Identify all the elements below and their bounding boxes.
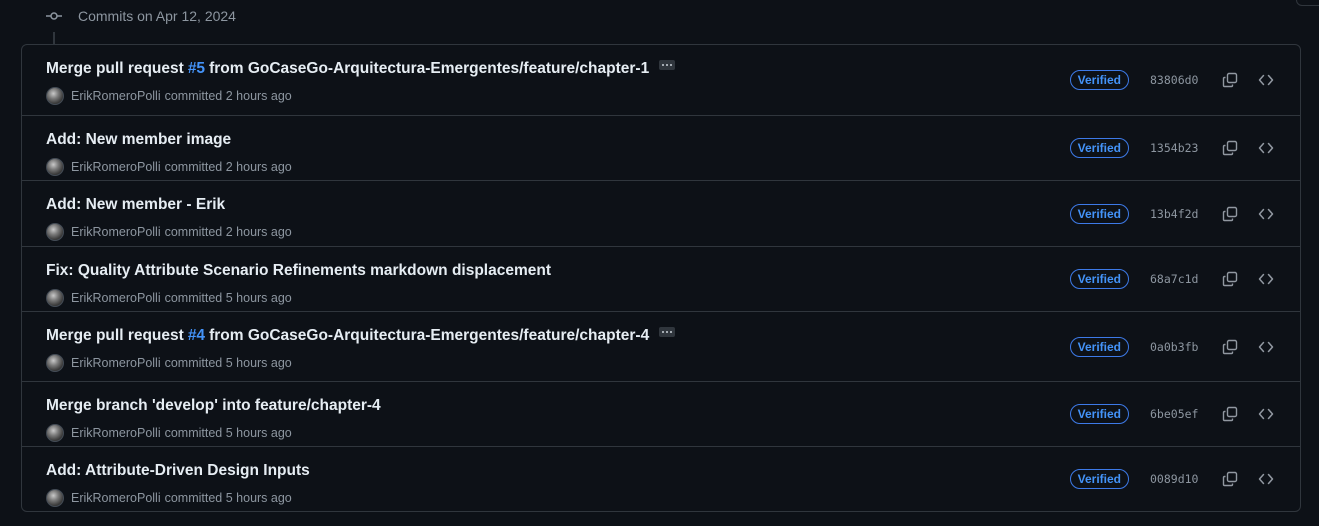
- commit-meta: ErikRomeroPolli committed 5 hours ago: [46, 289, 292, 307]
- commit-sha-link[interactable]: 0a0b3fb: [1150, 340, 1198, 354]
- commit-title[interactable]: Merge pull request #4 from GoCaseGo-Arqui…: [46, 327, 676, 345]
- commit-message[interactable]: Add: New member image: [46, 131, 231, 149]
- avatar[interactable]: [46, 289, 64, 307]
- author-link[interactable]: ErikRomeroPolli: [71, 225, 161, 239]
- pull-request-link[interactable]: #4: [188, 327, 205, 345]
- avatar[interactable]: [46, 223, 64, 241]
- verified-badge[interactable]: Verified: [1069, 469, 1129, 489]
- commit-sha-link[interactable]: 1354b23: [1150, 141, 1198, 155]
- commit-sha-link[interactable]: 83806d0: [1150, 73, 1198, 87]
- avatar[interactable]: [46, 424, 64, 442]
- commit-message[interactable]: Fix: Quality Attribute Scenario Refineme…: [46, 262, 551, 280]
- verified-badge[interactable]: Verified: [1069, 336, 1129, 357]
- commit-message[interactable]: Merge branch 'develop' into feature/chap…: [46, 397, 381, 415]
- avatar[interactable]: [46, 489, 64, 507]
- commit-meta: ErikRomeroPolli committed 2 hours ago: [46, 87, 292, 105]
- commit-time: committed 2 hours ago: [164, 89, 292, 103]
- author-link[interactable]: ErikRomeroPolli: [71, 89, 161, 103]
- commit-sha-link[interactable]: 68a7c1d: [1150, 272, 1198, 286]
- code-icon[interactable]: [1256, 204, 1276, 224]
- timeline-line: [53, 32, 55, 44]
- verified-badge[interactable]: Verified: [1069, 404, 1129, 424]
- expand-message-button[interactable]: [659, 327, 676, 337]
- verified-badge[interactable]: Verified: [1069, 269, 1129, 289]
- author-link[interactable]: ErikRomeroPolli: [71, 356, 161, 370]
- copy-icon[interactable]: [1220, 337, 1240, 357]
- commit-row[interactable]: Add: New member - Erik ErikRomeroPolli c…: [22, 180, 1300, 246]
- commit-actions: Verified 1354b23: [1069, 116, 1276, 180]
- commit-message-rest[interactable]: from GoCaseGo-Arquitectura-Emergentes/fe…: [209, 60, 649, 78]
- commit-sha-link[interactable]: 13b4f2d: [1150, 207, 1198, 221]
- commit-message[interactable]: Add: Attribute-Driven Design Inputs: [46, 462, 310, 480]
- pull-request-link[interactable]: #5: [188, 60, 205, 78]
- commit-row[interactable]: Add: Attribute-Driven Design Inputs Erik…: [22, 446, 1300, 511]
- avatar[interactable]: [46, 158, 64, 176]
- commit-message[interactable]: Merge pull request: [46, 327, 184, 345]
- commit-sha-link[interactable]: 6be05ef: [1150, 407, 1198, 421]
- commit-row[interactable]: Add: New member image ErikRomeroPolli co…: [22, 115, 1300, 180]
- copy-icon[interactable]: [1220, 138, 1240, 158]
- verified-badge[interactable]: Verified: [1069, 138, 1129, 158]
- commit-title[interactable]: Add: Attribute-Driven Design Inputs: [46, 462, 310, 480]
- commit-row[interactable]: Merge pull request #5 from GoCaseGo-Arqui…: [22, 45, 1300, 115]
- commit-meta: ErikRomeroPolli committed 5 hours ago: [46, 354, 292, 372]
- expand-message-button[interactable]: [659, 60, 676, 70]
- avatar[interactable]: [46, 87, 64, 105]
- code-icon[interactable]: [1256, 337, 1276, 357]
- commit-actions: Verified 13b4f2d: [1069, 181, 1276, 246]
- commit-actions: Verified 68a7c1d: [1069, 247, 1276, 311]
- commit-meta: ErikRomeroPolli committed 5 hours ago: [46, 424, 292, 442]
- commit-title[interactable]: Merge branch 'develop' into feature/chap…: [46, 397, 381, 415]
- code-icon[interactable]: [1256, 70, 1276, 90]
- author-link[interactable]: ErikRomeroPolli: [71, 160, 161, 174]
- author-link[interactable]: ErikRomeroPolli: [71, 426, 161, 440]
- commit-meta: ErikRomeroPolli committed 2 hours ago: [46, 158, 292, 176]
- commit-actions: Verified 83806d0: [1069, 45, 1276, 115]
- commit-title[interactable]: Merge pull request #5 from GoCaseGo-Arqui…: [46, 60, 676, 78]
- commit-actions: Verified 0089d10: [1069, 447, 1276, 511]
- corner-decoration: [1296, 0, 1319, 6]
- code-icon[interactable]: [1256, 404, 1276, 424]
- code-icon[interactable]: [1256, 138, 1276, 158]
- avatar[interactable]: [46, 354, 64, 372]
- commit-message-rest[interactable]: from GoCaseGo-Arquitectura-Emergentes/fe…: [209, 327, 649, 345]
- commit-title[interactable]: Add: New member - Erik: [46, 196, 225, 214]
- commit-time: committed 5 hours ago: [164, 356, 292, 370]
- commit-group-date: Commits on Apr 12, 2024: [78, 8, 236, 24]
- copy-icon[interactable]: [1220, 204, 1240, 224]
- commit-title[interactable]: Fix: Quality Attribute Scenario Refineme…: [46, 262, 551, 280]
- commit-time: committed 5 hours ago: [164, 491, 292, 505]
- commit-meta: ErikRomeroPolli committed 5 hours ago: [46, 489, 292, 507]
- commit-list: Merge pull request #5 from GoCaseGo-Arqui…: [21, 44, 1301, 512]
- commit-time: committed 2 hours ago: [164, 160, 292, 174]
- commit-row[interactable]: Fix: Quality Attribute Scenario Refineme…: [22, 246, 1300, 311]
- author-link[interactable]: ErikRomeroPolli: [71, 491, 161, 505]
- copy-icon[interactable]: [1220, 269, 1240, 289]
- commit-row[interactable]: Merge pull request #4 from GoCaseGo-Arqui…: [22, 311, 1300, 381]
- commit-actions: Verified 0a0b3fb: [1069, 312, 1276, 381]
- commit-actions: Verified 6be05ef: [1069, 382, 1276, 446]
- copy-icon[interactable]: [1220, 70, 1240, 90]
- commit-sha-link[interactable]: 0089d10: [1150, 472, 1198, 486]
- commit-message[interactable]: Merge pull request: [46, 60, 184, 78]
- git-commit-icon: [46, 8, 62, 24]
- code-icon[interactable]: [1256, 269, 1276, 289]
- commit-row[interactable]: Merge branch 'develop' into feature/chap…: [22, 381, 1300, 446]
- commit-time: committed 5 hours ago: [164, 291, 292, 305]
- commit-title[interactable]: Add: New member image: [46, 131, 231, 149]
- copy-icon[interactable]: [1220, 469, 1240, 489]
- commit-group-header: Commits on Apr 12, 2024: [46, 5, 236, 27]
- commit-time: committed 2 hours ago: [164, 225, 292, 239]
- commit-message[interactable]: Add: New member - Erik: [46, 196, 225, 214]
- code-icon[interactable]: [1256, 469, 1276, 489]
- commit-time: committed 5 hours ago: [164, 426, 292, 440]
- author-link[interactable]: ErikRomeroPolli: [71, 291, 161, 305]
- copy-icon[interactable]: [1220, 404, 1240, 424]
- verified-badge[interactable]: Verified: [1069, 203, 1129, 224]
- commit-meta: ErikRomeroPolli committed 2 hours ago: [46, 223, 292, 241]
- verified-badge[interactable]: Verified: [1069, 70, 1129, 90]
